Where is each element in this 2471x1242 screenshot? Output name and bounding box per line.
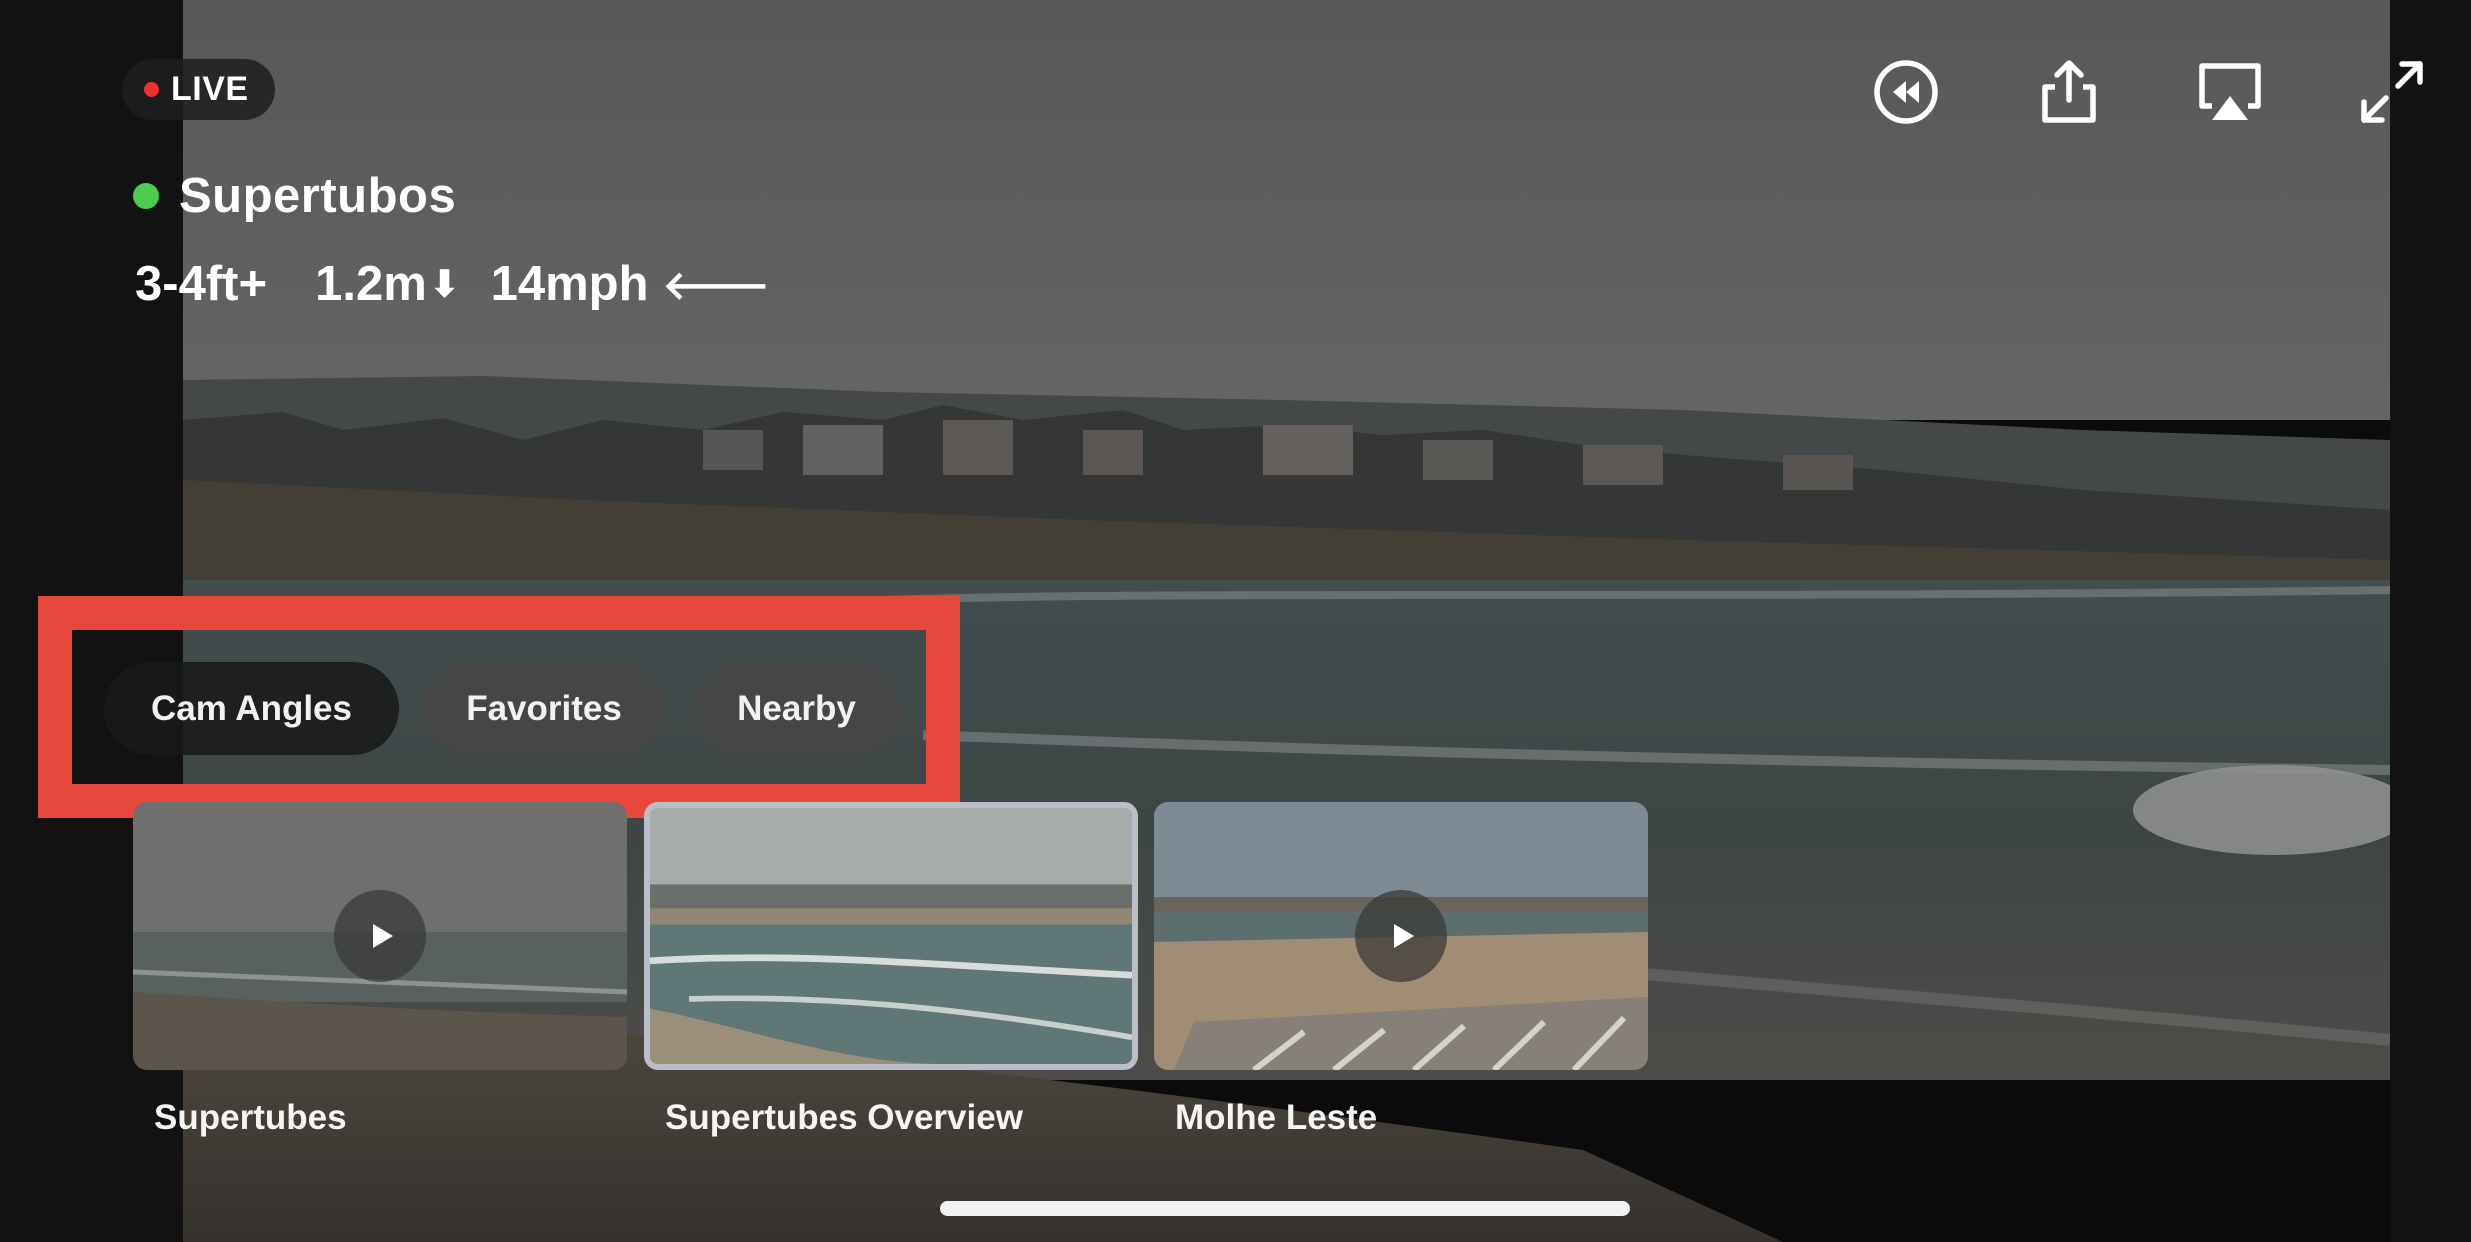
chip-cam-angles[interactable]: Cam Angles: [104, 662, 399, 755]
play-button[interactable]: [334, 890, 426, 982]
chip-nearby[interactable]: Nearby: [692, 662, 901, 755]
play-icon: [373, 924, 393, 948]
airplay-icon: [2199, 63, 2261, 120]
live-dot-icon: [144, 82, 159, 97]
wave-height: 3-4ft+: [135, 257, 268, 311]
arrow-left-icon: 🡐: [662, 263, 770, 308]
live-label: LIVE: [171, 70, 249, 108]
camera-label-supertubes-overview[interactable]: Supertubes Overview: [665, 1098, 1023, 1138]
rewind-button[interactable]: [1864, 50, 1948, 134]
camera-thumb-supertubes[interactable]: [133, 802, 627, 1070]
chip-label: Favorites: [466, 688, 622, 728]
cam-player: LIVE Supertubos 3-4ft+ 1.2m ⬇ 14mph 🡐 Ca…: [0, 0, 2471, 1242]
chip-label: Nearby: [737, 688, 856, 728]
expand-icon: [2361, 61, 2423, 123]
camera-thumb-molhe-leste[interactable]: [1154, 802, 1648, 1070]
letterbox-right: [2390, 0, 2471, 1242]
fullscreen-button[interactable]: [2350, 50, 2434, 134]
share-button[interactable]: [2027, 50, 2111, 134]
camera-thumb-supertubes-overview[interactable]: [644, 802, 1138, 1070]
share-icon: [2042, 60, 2096, 123]
live-badge: LIVE: [122, 59, 275, 120]
arrow-down-icon: ⬇: [428, 263, 461, 306]
chip-favorites[interactable]: Favorites: [422, 662, 666, 755]
wind-reading: 14mph 🡐: [491, 256, 770, 312]
spot-status-icon: [133, 183, 159, 209]
swell-reading: 1.2m ⬇: [315, 256, 461, 312]
wind-value: 14mph: [490, 257, 649, 311]
spot-header: Supertubos: [133, 168, 456, 224]
play-button[interactable]: [1355, 890, 1447, 982]
chip-label: Cam Angles: [151, 688, 352, 728]
swell-value: 1.2m: [315, 257, 427, 311]
spot-name: Supertubos: [179, 169, 457, 223]
home-indicator[interactable]: [940, 1201, 1630, 1216]
camera-label-molhe-leste[interactable]: Molhe Leste: [1175, 1098, 1377, 1138]
surf-conditions: 3-4ft+ 1.2m ⬇ 14mph 🡐: [135, 256, 770, 312]
airplay-button[interactable]: [2188, 50, 2272, 134]
rewind-icon: [1874, 60, 1938, 124]
play-icon: [1394, 924, 1414, 948]
camera-label-supertubes[interactable]: Supertubes: [154, 1098, 347, 1138]
